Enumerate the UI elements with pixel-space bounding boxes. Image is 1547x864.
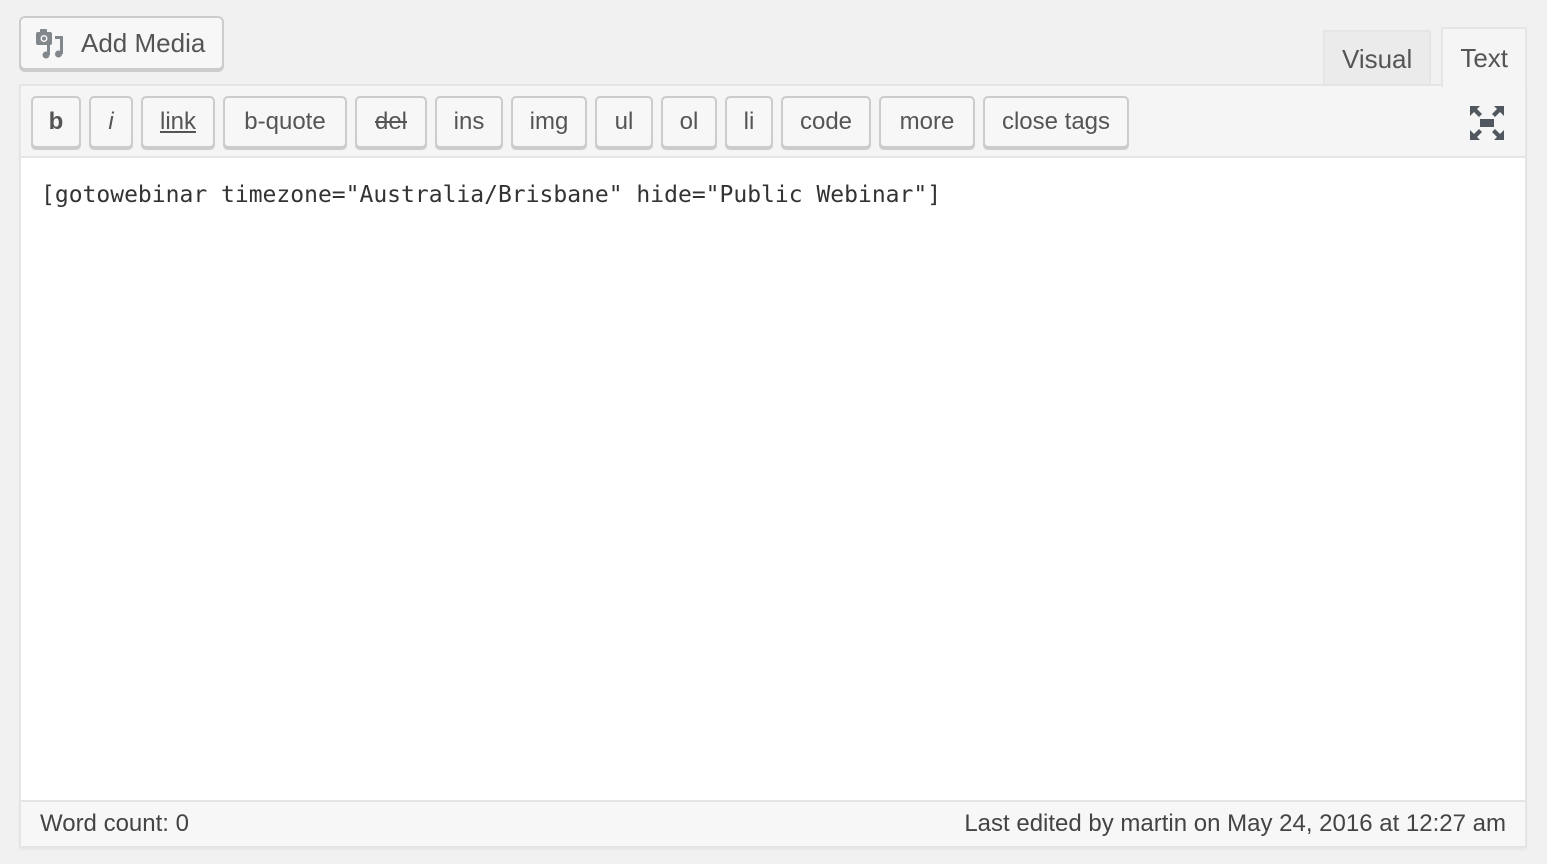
post-status-info: Word count: 0 Last edited by martin on M… xyxy=(21,800,1525,846)
qt-del-label: del xyxy=(374,108,408,135)
qt-italic-label: i xyxy=(108,108,114,135)
word-count: Word count: 0 xyxy=(40,810,189,837)
qt-ins-label: ins xyxy=(453,108,485,135)
qt-bold-button[interactable]: b xyxy=(31,96,81,148)
content-textarea[interactable] xyxy=(21,158,1525,798)
editor-tabs: Visual Text xyxy=(1322,27,1527,87)
qt-img-label: img xyxy=(529,108,569,135)
editor-content-area xyxy=(21,158,1525,798)
qt-ul-button[interactable]: ul xyxy=(595,96,653,148)
qt-img-button[interactable]: img xyxy=(511,96,587,148)
qt-li-label: li xyxy=(743,108,755,135)
qt-ins-button[interactable]: ins xyxy=(435,96,503,148)
qt-more-button[interactable]: more xyxy=(879,96,975,148)
qt-del-button[interactable]: del xyxy=(355,96,427,148)
qt-ol-button[interactable]: ol xyxy=(661,96,717,148)
qt-close-tags-button[interactable]: close tags xyxy=(983,96,1129,148)
add-media-label: Add Media xyxy=(81,27,206,58)
fullscreen-expand-icon[interactable] xyxy=(1469,105,1505,141)
last-edited: Last edited by martin on May 24, 2016 at… xyxy=(964,810,1506,837)
qt-link-label: link xyxy=(159,108,196,135)
qt-code-label: code xyxy=(799,108,853,135)
text-editor: b i link b-quote del ins img ul ol li co… xyxy=(19,84,1527,848)
qt-link-button[interactable]: link xyxy=(141,96,215,148)
media-camera-music-icon xyxy=(36,29,63,59)
tab-text[interactable]: Text xyxy=(1441,27,1527,87)
qt-li-button[interactable]: li xyxy=(725,96,773,148)
qt-bquote-button[interactable]: b-quote xyxy=(223,96,347,148)
qt-bquote-label: b-quote xyxy=(244,108,326,135)
quicktags-toolbar: b i link b-quote del ins img ul ol li co… xyxy=(21,86,1525,158)
qt-close-tags-label: close tags xyxy=(1001,108,1111,135)
tab-text-label: Text xyxy=(1460,42,1508,73)
qt-code-button[interactable]: code xyxy=(781,96,871,148)
qt-ul-label: ul xyxy=(614,108,634,135)
qt-bold-label: b xyxy=(48,108,64,135)
qt-more-label: more xyxy=(899,108,955,135)
qt-ol-label: ol xyxy=(679,108,699,135)
tab-visual-label: Visual xyxy=(1341,44,1413,74)
qt-italic-button[interactable]: i xyxy=(89,96,133,148)
tab-visual[interactable]: Visual xyxy=(1322,30,1432,87)
add-media-button[interactable]: Add Media xyxy=(19,16,224,70)
